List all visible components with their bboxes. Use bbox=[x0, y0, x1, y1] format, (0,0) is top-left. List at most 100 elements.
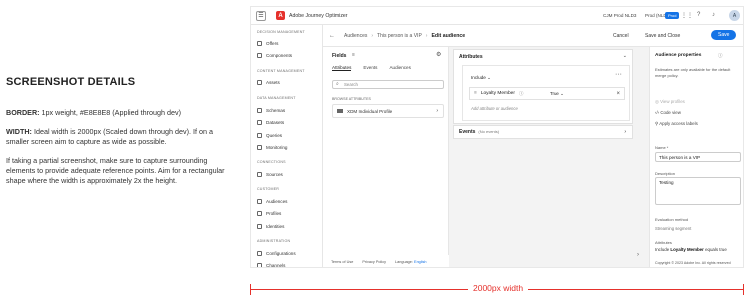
page-title: Edit audience bbox=[431, 32, 466, 39]
fields-title: Fields bbox=[332, 53, 347, 59]
terms-link[interactable]: Terms of Use bbox=[331, 260, 353, 264]
cancel-button[interactable]: Cancel bbox=[613, 33, 629, 39]
description-field[interactable]: Testing bbox=[655, 177, 741, 205]
org-switcher[interactable]: CJM Prod NLD3 bbox=[603, 13, 636, 18]
events-title: Events bbox=[459, 129, 476, 135]
language-link[interactable]: English bbox=[414, 260, 426, 264]
dimension-cap-right bbox=[743, 284, 744, 295]
privacy-link[interactable]: Privacy Policy bbox=[362, 260, 386, 264]
app-window: ☰ A Adobe Journey Optimizer CJM Prod NLD… bbox=[250, 6, 744, 268]
view-profiles-button[interactable]: ◎ View profiles bbox=[655, 99, 685, 105]
identities-icon bbox=[257, 224, 262, 229]
tab-audiences[interactable]: Audiences bbox=[389, 65, 410, 71]
chevron-down-icon[interactable]: ⌄ bbox=[623, 53, 627, 59]
properties-title: Audience properties bbox=[655, 53, 702, 58]
border-note: BORDER: 1px weight, #E8E8E8 (Applied thr… bbox=[6, 108, 181, 117]
avatar[interactable]: A bbox=[729, 10, 740, 21]
attributes-summary: Include Loyalty Member equals true bbox=[655, 247, 727, 252]
tab-attributes[interactable]: Attributes bbox=[332, 65, 352, 71]
side-navigation: DECISION MANAGEMENT Offers Components CO… bbox=[251, 25, 323, 267]
prod-badge: Prod bbox=[665, 12, 680, 19]
attributes-title: Attributes bbox=[459, 54, 483, 60]
nav-item-configurations[interactable]: Configurations bbox=[257, 251, 296, 256]
apply-access-labels-button[interactable]: ⚲ Apply access labels bbox=[655, 121, 698, 127]
menu-icon[interactable]: ☰ bbox=[256, 10, 266, 21]
xdm-individual-profile-item[interactable]: XDM Individual Profile › bbox=[332, 104, 444, 118]
events-container[interactable]: Events (No events) › bbox=[453, 125, 633, 139]
audiences-icon bbox=[257, 199, 262, 204]
configurations-icon bbox=[257, 251, 262, 256]
nav-item-queries[interactable]: Queries bbox=[257, 133, 282, 138]
value-dropdown[interactable]: True ⌄ bbox=[550, 91, 564, 97]
nav-section-admin: ADMINISTRATION bbox=[257, 239, 291, 243]
bell-icon[interactable]: ♪ bbox=[712, 12, 715, 18]
nav-item-channels[interactable]: Channels bbox=[257, 263, 285, 267]
app-name: Adobe Journey Optimizer bbox=[289, 12, 348, 19]
nav-section-data: DATA MANAGEMENT bbox=[257, 96, 296, 100]
profiles-icon bbox=[257, 211, 262, 216]
help-icon[interactable]: ? bbox=[697, 12, 700, 18]
nav-item-audiences[interactable]: Audiences bbox=[257, 199, 287, 204]
channels-icon bbox=[257, 263, 262, 267]
nav-section-customer: CUSTOMER bbox=[257, 187, 280, 191]
nav-item-monitoring[interactable]: Monitoring bbox=[257, 145, 287, 150]
back-arrow-icon[interactable]: ← bbox=[329, 33, 335, 39]
nav-item-assets[interactable]: Assets bbox=[257, 80, 280, 85]
breadcrumb-separator-icon: › bbox=[425, 32, 428, 39]
events-count: (No events) bbox=[478, 129, 500, 134]
include-dropdown[interactable]: Include ⌄ bbox=[471, 75, 491, 81]
nav-item-identities[interactable]: Identities bbox=[257, 224, 284, 229]
audience-properties-panel: Audience properties ⓘ Estimates are only… bbox=[649, 47, 743, 267]
save-and-close-button[interactable]: Save and Close bbox=[645, 33, 680, 39]
folder-icon bbox=[337, 109, 343, 113]
drag-handle-icon[interactable]: ≡ bbox=[474, 91, 477, 96]
schemas-icon bbox=[257, 108, 262, 113]
save-button[interactable]: Save bbox=[711, 30, 737, 40]
queries-icon bbox=[257, 133, 262, 138]
list-icon[interactable]: ≡ bbox=[352, 52, 355, 58]
code-view-button[interactable]: ‹/› Code view bbox=[655, 110, 681, 115]
assets-icon bbox=[257, 80, 262, 85]
apps-grid-icon[interactable]: ⋮⋮ bbox=[681, 12, 693, 19]
collapse-right-icon[interactable]: › bbox=[637, 252, 639, 258]
attributes-container: Attributes ⌄ Include ⌄ ··· ≡ Loyalty Mem… bbox=[453, 49, 633, 124]
estimate-note: Estimates are only available for the def… bbox=[655, 67, 731, 78]
rule-group: Include ⌄ ··· ≡ Loyalty Member ⓘ True ⌄ … bbox=[462, 65, 630, 121]
attribute-name: Loyalty Member bbox=[480, 91, 515, 96]
nav-item-offers[interactable]: Offers bbox=[257, 41, 278, 46]
chevron-right-icon: › bbox=[436, 108, 438, 114]
name-label: Name * bbox=[655, 145, 669, 150]
nav-item-components[interactable]: Components bbox=[257, 53, 292, 58]
nav-section-connections: CONNECTIONS bbox=[257, 160, 286, 164]
rule-row: ≡ Loyalty Member ⓘ True ⌄ × bbox=[469, 87, 625, 100]
nav-section-decision: DECISION MANAGEMENT bbox=[257, 30, 305, 34]
adobe-logo-icon: A bbox=[276, 11, 285, 20]
close-icon[interactable]: × bbox=[616, 91, 620, 97]
nav-item-schemas[interactable]: Schemas bbox=[257, 108, 285, 113]
evaluation-value: Streaming segment bbox=[655, 226, 692, 231]
info-icon[interactable]: ⓘ bbox=[519, 91, 523, 97]
browse-attributes-label: BROWSE ATTRIBUTES bbox=[332, 97, 371, 101]
nav-item-sources[interactable]: Sources bbox=[257, 172, 283, 177]
info-icon[interactable]: ⓘ bbox=[718, 53, 723, 59]
dimension-cap-left bbox=[250, 284, 251, 295]
fields-tabs: Attributes Events Audiences bbox=[332, 65, 411, 71]
details-heading: SCREENSHOT DETAILS bbox=[6, 76, 136, 88]
name-field[interactable]: This person is a VIP bbox=[655, 152, 741, 162]
breadcrumb: ← Audiences › This person is a VIP › Edi… bbox=[323, 25, 743, 47]
dimension-label: 2000px width bbox=[468, 283, 529, 293]
attributes-label: Attributes bbox=[655, 240, 672, 245]
search-input[interactable]: ⌕ Search bbox=[332, 80, 444, 89]
nav-item-profiles[interactable]: Profiles bbox=[257, 211, 281, 216]
datasets-icon bbox=[257, 120, 262, 125]
nav-item-datasets[interactable]: Datasets bbox=[257, 120, 284, 125]
search-icon: ⌕ bbox=[336, 81, 339, 87]
breadcrumb-vip[interactable]: This person is a VIP bbox=[377, 33, 422, 39]
width-note: WIDTH: Ideal width is 2000px (Scaled dow… bbox=[6, 127, 213, 146]
tab-events[interactable]: Events bbox=[363, 65, 377, 71]
offers-icon bbox=[257, 41, 262, 46]
more-options-icon[interactable]: ··· bbox=[615, 71, 622, 78]
gear-icon[interactable]: ⚙ bbox=[436, 51, 441, 58]
breadcrumb-audiences[interactable]: Audiences bbox=[344, 33, 367, 39]
footer-links: Terms of Use Privacy Policy Language: En… bbox=[331, 260, 426, 264]
